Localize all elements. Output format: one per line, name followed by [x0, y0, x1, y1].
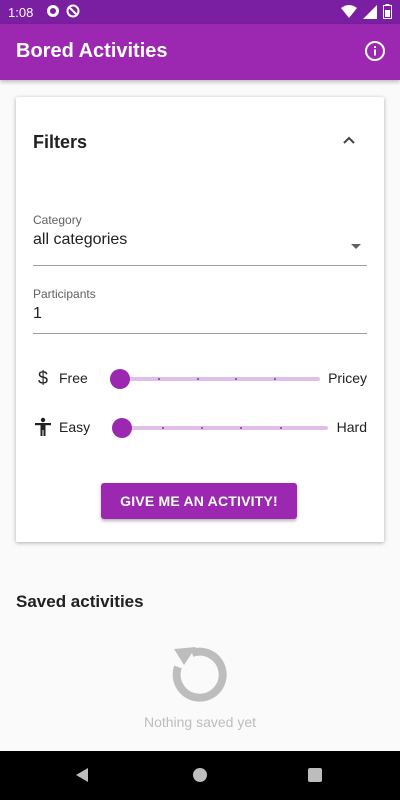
accessibility-slider[interactable] [112, 418, 328, 438]
price-slider-thumb[interactable] [110, 369, 130, 389]
price-max-label: Pricey [328, 370, 367, 386]
gear-icon [47, 5, 59, 17]
app-title: Bored Activities [16, 40, 168, 62]
reload-icon [172, 647, 227, 702]
category-value: all categories [33, 231, 128, 248]
nav-recents-icon[interactable] [308, 768, 322, 782]
nav-home-icon[interactable] [193, 768, 207, 782]
category-label: Category [33, 213, 82, 227]
price-slider-row: $ Free Pricey [33, 364, 367, 394]
status-time: 1:08 [8, 5, 34, 20]
slider-tick [280, 427, 282, 429]
info-icon[interactable] [364, 40, 386, 62]
nav-back-icon[interactable] [76, 768, 88, 782]
system-nav-bar [0, 751, 400, 800]
participants-label: Participants [33, 287, 96, 301]
slider-tick [235, 378, 237, 380]
participants-field[interactable]: Participants 1 [33, 287, 367, 334]
dropdown-arrow-icon [351, 244, 361, 249]
svg-text:$: $ [38, 368, 48, 388]
accessibility-slider-row: Easy Hard [33, 413, 367, 443]
category-dropdown[interactable]: Category all categories [33, 213, 367, 266]
signal-icon [363, 4, 377, 19]
do-not-disturb-icon [66, 4, 80, 18]
participants-value: 1 [33, 305, 42, 322]
slider-tick [240, 427, 242, 429]
status-bar: 1:08 [0, 0, 400, 24]
slider-tick [274, 378, 276, 380]
wifi-icon [341, 4, 357, 18]
slider-tick [201, 427, 203, 429]
price-slider[interactable] [110, 369, 320, 389]
slider-tick [158, 378, 160, 380]
accessibility-max-label: Hard [336, 419, 367, 435]
battery-icon [383, 4, 392, 19]
give-activity-button[interactable]: GIVE ME AN ACTIVITY! [101, 483, 297, 519]
filters-card: Filters Category all categories Particip… [16, 97, 384, 542]
slider-tick [197, 378, 199, 380]
slider-tick [162, 427, 164, 429]
app-bar: Bored Activities [0, 24, 400, 80]
chevron-up-icon[interactable] [342, 133, 356, 147]
filters-title: Filters [33, 132, 88, 152]
saved-activities-title: Saved activities [16, 592, 144, 611]
person-icon [35, 417, 51, 436]
price-min-label: Free [59, 370, 88, 386]
accessibility-min-label: Easy [59, 419, 91, 435]
accessibility-slider-thumb[interactable] [112, 418, 132, 438]
empty-state-text: Nothing saved yet [143, 714, 257, 730]
dollar-icon: $ [38, 368, 48, 388]
